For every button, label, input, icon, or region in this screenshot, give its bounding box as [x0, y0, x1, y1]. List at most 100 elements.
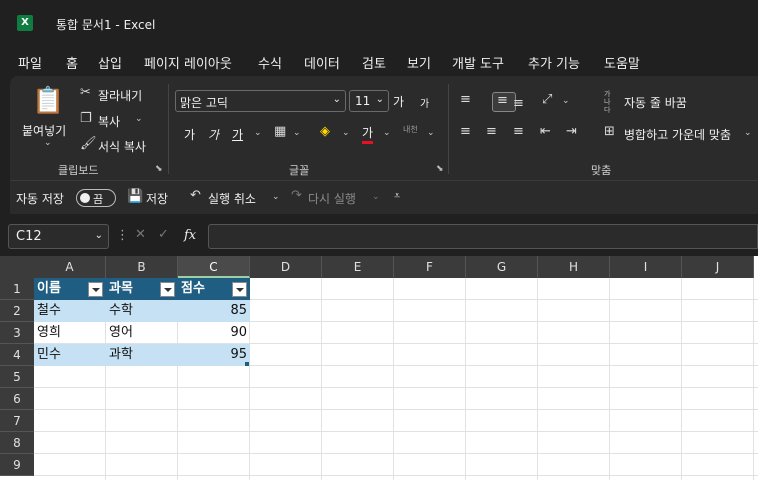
underline-dropdown-icon[interactable]: ⌄	[254, 128, 262, 138]
row-header-6[interactable]: 6	[0, 388, 34, 410]
paste-button[interactable]: 붙여넣기	[22, 122, 66, 139]
borders-icon[interactable]: ▦	[274, 124, 286, 139]
orientation-dropdown-icon[interactable]: ⌄	[562, 96, 570, 106]
column-header-j[interactable]: J	[682, 256, 754, 278]
borders-dropdown-icon[interactable]: ⌄	[293, 128, 301, 138]
undo-icon[interactable]: ↶	[190, 188, 201, 203]
font-launcher-icon[interactable]: ⬊	[436, 164, 444, 174]
column-header-b[interactable]: B	[106, 256, 178, 278]
align-top-icon[interactable]: ≡	[460, 92, 471, 107]
tab-home[interactable]: 홈	[66, 53, 78, 79]
shrink-font-button[interactable]: 가	[420, 95, 429, 110]
column-header-h[interactable]: H	[538, 256, 610, 278]
worksheet-grid[interactable]: A B C D E F G H I J 1 2 3 4 5 6 7 8 9 이름…	[0, 256, 758, 480]
phonetic-guide-button[interactable]: 내천	[403, 124, 418, 135]
copy-button[interactable]: 복사	[98, 113, 120, 130]
align-right-icon[interactable]: ≡	[513, 124, 524, 139]
undo-dropdown-icon[interactable]: ⌄	[272, 192, 280, 202]
paste-icon[interactable]: 📋	[32, 86, 64, 116]
column-header-e[interactable]: E	[322, 256, 394, 278]
table-cell[interactable]: 민수	[34, 344, 106, 366]
decrease-indent-icon[interactable]: ⇤	[540, 124, 551, 139]
format-painter-button[interactable]: 서식 복사	[98, 138, 146, 155]
table-cell[interactable]: 과학	[106, 344, 178, 366]
filter-dropdown-icon[interactable]	[88, 282, 103, 297]
more-options-icon[interactable]: ⋮	[116, 228, 129, 243]
copy-dropdown-icon[interactable]: ⌄	[135, 114, 143, 124]
align-left-icon[interactable]: ≡	[460, 124, 471, 139]
save-icon[interactable]: 💾	[127, 189, 143, 204]
phonetic-dropdown-icon[interactable]: ⌄	[427, 128, 435, 138]
align-bottom-icon[interactable]: ≡	[513, 96, 524, 111]
tab-view[interactable]: 보기	[407, 53, 431, 72]
merge-center-button[interactable]: 병합하고 가운데 맞춤	[624, 126, 731, 143]
grid-line	[681, 278, 682, 480]
tab-developer[interactable]: 개발 도구	[452, 53, 504, 72]
orientation-icon[interactable]: ⤢	[542, 92, 552, 107]
row-header-7[interactable]: 7	[0, 410, 34, 432]
cut-button[interactable]: 잘라내기	[98, 87, 142, 104]
font-color-dropdown-icon[interactable]: ⌄	[383, 128, 391, 138]
column-header-a[interactable]: A	[34, 256, 106, 278]
paste-dropdown-icon[interactable]: ⌄	[44, 138, 52, 148]
column-header-g[interactable]: G	[466, 256, 538, 278]
italic-button[interactable]: 가	[208, 126, 219, 143]
row-header-3[interactable]: 3	[0, 322, 34, 344]
table-cell[interactable]: 철수	[34, 300, 106, 322]
table-cell[interactable]: 수학	[106, 300, 178, 322]
table-cell[interactable]: 95	[178, 344, 250, 366]
row-header-5[interactable]: 5	[0, 366, 34, 388]
align-center-icon[interactable]: ≡	[486, 124, 497, 139]
redo-button: 다시 실행	[308, 192, 356, 206]
grid-line	[34, 475, 758, 476]
wrap-text-button[interactable]: 자동 줄 바꿈	[624, 94, 687, 111]
tab-review[interactable]: 검토	[362, 53, 386, 72]
merge-dropdown-icon[interactable]: ⌄	[744, 128, 752, 138]
filter-dropdown-icon[interactable]	[160, 282, 175, 297]
fill-color-icon[interactable]: ◈	[320, 124, 330, 139]
customize-qat-icon[interactable]: ⩡	[394, 189, 400, 203]
insert-function-button[interactable]: fx	[184, 228, 196, 243]
autosave-toggle[interactable]: 끔	[76, 189, 116, 207]
column-header-i[interactable]: I	[610, 256, 682, 278]
increase-indent-icon[interactable]: ⇥	[566, 124, 577, 139]
column-header-c[interactable]: C	[178, 256, 250, 278]
row-header-8[interactable]: 8	[0, 432, 34, 454]
grow-font-button[interactable]: 가	[393, 93, 404, 110]
tab-formulas[interactable]: 수식	[258, 53, 282, 72]
row-header-9[interactable]: 9	[0, 454, 34, 476]
column-header-d[interactable]: D	[250, 256, 322, 278]
name-box[interactable]: C12 ⌄	[8, 224, 109, 249]
filter-dropdown-icon[interactable]	[232, 282, 247, 297]
copy-icon: ❐	[80, 111, 92, 126]
row-header-4[interactable]: 4	[0, 344, 34, 366]
format-painter-icon: 🖌	[80, 136, 97, 151]
redo-icon: ↷	[291, 188, 302, 203]
font-color-button[interactable]: 가	[362, 124, 374, 144]
row-header-1[interactable]: 1	[0, 278, 34, 300]
table-cell[interactable]: 영어	[106, 322, 178, 344]
font-name-select[interactable]: 맑은 고딕 ⌄	[175, 90, 346, 112]
bold-button[interactable]: 가	[184, 126, 195, 143]
table-cell[interactable]: 영희	[34, 322, 106, 344]
row-header-2[interactable]: 2	[0, 300, 34, 322]
undo-button[interactable]: 실행 취소	[208, 190, 256, 207]
tab-help[interactable]: 도움말	[604, 53, 640, 72]
table-cell[interactable]: 85	[178, 300, 250, 322]
tab-add-ins[interactable]: 추가 기능	[528, 53, 580, 72]
formula-input[interactable]	[208, 224, 758, 249]
tab-data[interactable]: 데이터	[304, 53, 340, 72]
name-box-value: C12	[16, 229, 42, 244]
tab-file[interactable]: 파일	[18, 53, 42, 72]
clipboard-launcher-icon[interactable]: ⬊	[155, 164, 163, 174]
column-header-f[interactable]: F	[394, 256, 466, 278]
underline-button[interactable]: 가	[232, 126, 243, 143]
fill-color-dropdown-icon[interactable]: ⌄	[342, 128, 350, 138]
select-all-button[interactable]	[0, 256, 34, 278]
font-size-select[interactable]: 11 ⌄	[349, 90, 389, 112]
save-button[interactable]: 저장	[146, 190, 168, 207]
table-resize-handle[interactable]	[245, 362, 249, 366]
tab-insert[interactable]: 삽입	[98, 53, 122, 72]
tab-page-layout[interactable]: 페이지 레이아웃	[144, 53, 232, 72]
table-cell[interactable]: 90	[178, 322, 250, 344]
